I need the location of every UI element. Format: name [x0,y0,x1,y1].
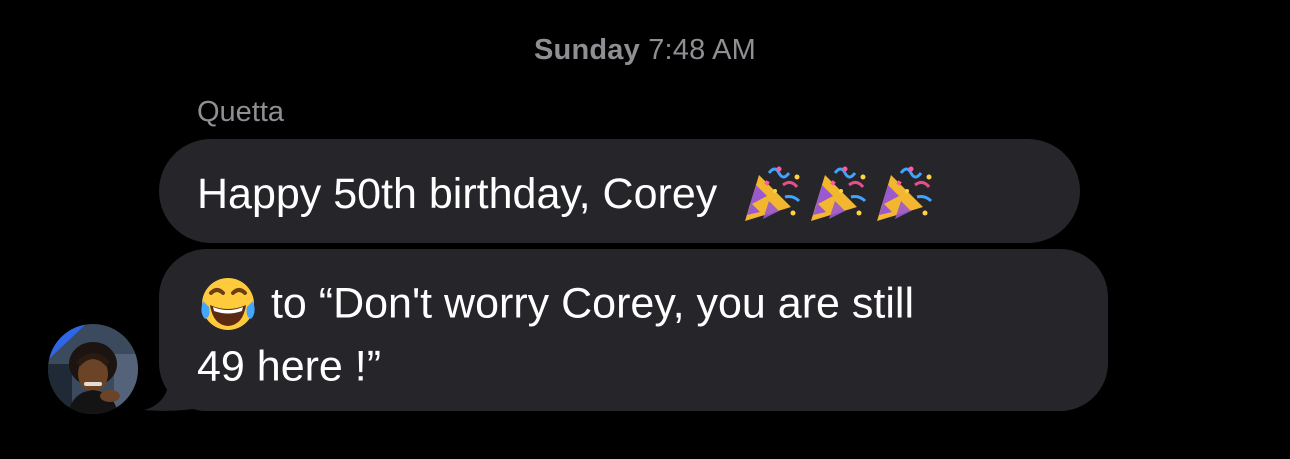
message-line: to “Don't worry Corey, you are still [197,272,1068,335]
message-text: Happy 50th birthday, Corey [197,170,718,218]
message-bubble[interactable]: to “Don't worry Corey, you are still 49 … [159,249,1108,411]
message-bubble[interactable]: Happy 50th birthday, Corey [159,139,1080,243]
face-with-tears-of-joy-icon [201,277,255,330]
message-line: 49 here !” [197,335,1068,396]
avatar[interactable] [48,324,138,414]
party-popper-icon [811,166,867,221]
message-text: 49 here !” [197,342,382,391]
contact-photo [48,324,138,414]
timestamp-time: 7:48 AM [648,34,757,66]
timestamp: Sunday 7:48 AM [0,34,1290,67]
emoji-group [739,161,937,227]
party-popper-icon [877,166,933,221]
timestamp-day: Sunday [533,34,640,66]
sender-name: Quetta [197,96,285,128]
party-popper-icon [745,166,801,221]
message-text: to “Don't worry Corey, you are still [259,279,914,328]
